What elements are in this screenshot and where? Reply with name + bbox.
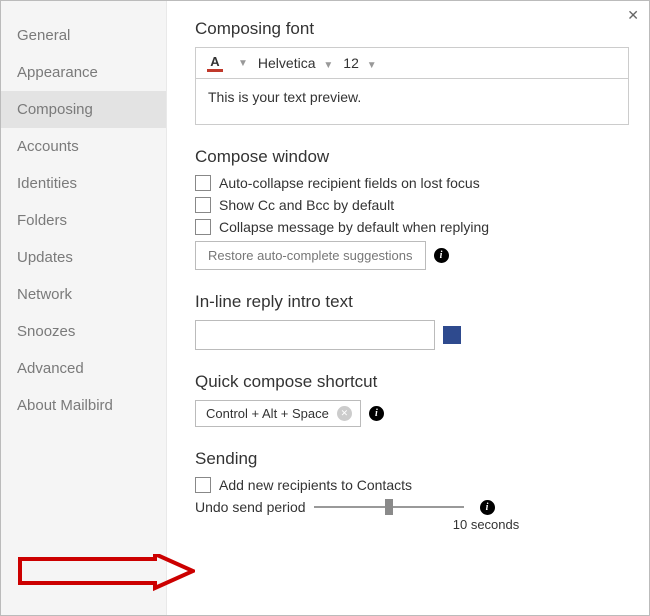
undo-send-value: 10 seconds <box>343 517 629 532</box>
font-size-value: 12 <box>343 55 359 71</box>
sending-section: Sending Add new recipients to Contacts U… <box>195 449 629 532</box>
checkbox-label: Add new recipients to Contacts <box>219 477 412 493</box>
checkbox-label: Auto-collapse recipient fields on lost f… <box>219 175 480 191</box>
shortcut-field[interactable]: Control + Alt + Space ✕ <box>195 400 361 427</box>
chevron-down-icon: ▼ <box>367 60 377 71</box>
font-preview-box: This is your text preview. <box>195 79 629 125</box>
font-family-dropdown[interactable]: Helvetica ▼ <box>258 55 333 71</box>
section-title-compose-window: Compose window <box>195 147 629 167</box>
checkbox-label: Collapse message by default when replyin… <box>219 219 489 235</box>
sidebar-item-advanced[interactable]: Advanced <box>1 350 166 387</box>
inline-reply-color-swatch[interactable] <box>443 326 461 344</box>
section-title-inline-reply: In-line reply intro text <box>195 292 629 312</box>
section-title-sending: Sending <box>195 449 629 469</box>
font-preview-text: This is your text preview. <box>208 89 361 105</box>
sidebar-item-general[interactable]: General <box>1 17 166 54</box>
checkbox-show-cc-bcc[interactable] <box>195 197 211 213</box>
font-toolbar: A ▼ Helvetica ▼ 12 ▼ <box>195 47 629 79</box>
font-size-dropdown[interactable]: 12 ▼ <box>343 55 376 71</box>
text-color-button[interactable]: A <box>206 55 224 72</box>
sidebar-item-network[interactable]: Network <box>1 276 166 313</box>
undo-send-slider[interactable] <box>314 499 464 515</box>
text-color-a-icon: A <box>210 55 219 68</box>
sidebar-item-appearance[interactable]: Appearance <box>1 54 166 91</box>
info-icon[interactable]: i <box>480 500 495 515</box>
checkbox-collapse-reply[interactable] <box>195 219 211 235</box>
shortcut-value: Control + Alt + Space <box>206 406 329 421</box>
clear-icon[interactable]: ✕ <box>337 406 352 421</box>
settings-sidebar: General Appearance Composing Accounts Id… <box>1 1 167 615</box>
checkbox-add-recipients[interactable] <box>195 477 211 493</box>
text-color-bar <box>207 69 223 72</box>
settings-content: Composing font A ▼ Helvetica ▼ 12 ▼ This… <box>167 1 649 615</box>
undo-send-label: Undo send period <box>195 499 306 515</box>
slider-thumb[interactable] <box>385 499 393 515</box>
sidebar-item-updates[interactable]: Updates <box>1 239 166 276</box>
checkbox-label: Show Cc and Bcc by default <box>219 197 394 213</box>
restore-autocomplete-button[interactable]: Restore auto-complete suggestions <box>195 241 426 270</box>
chevron-down-icon[interactable]: ▼ <box>238 58 248 69</box>
inline-reply-input[interactable] <box>195 320 435 350</box>
settings-dialog: General Appearance Composing Accounts Id… <box>1 1 649 615</box>
sidebar-item-snoozes[interactable]: Snoozes <box>1 313 166 350</box>
close-button[interactable]: ✕ <box>627 7 639 24</box>
sidebar-item-about[interactable]: About Mailbird <box>1 387 166 424</box>
info-icon[interactable]: i <box>434 248 449 263</box>
sidebar-item-identities[interactable]: Identities <box>1 165 166 202</box>
compose-window-section: Compose window Auto-collapse recipient f… <box>195 147 629 270</box>
font-family-value: Helvetica <box>258 55 316 71</box>
composing-font-section: Composing font A ▼ Helvetica ▼ 12 ▼ This… <box>195 19 629 125</box>
chevron-down-icon: ▼ <box>323 60 333 71</box>
inline-reply-section: In-line reply intro text <box>195 292 629 350</box>
sidebar-item-composing[interactable]: Composing <box>1 91 166 128</box>
section-title-quick-compose: Quick compose shortcut <box>195 372 629 392</box>
info-icon[interactable]: i <box>369 406 384 421</box>
section-title-composing-font: Composing font <box>195 19 629 39</box>
sidebar-item-accounts[interactable]: Accounts <box>1 128 166 165</box>
sidebar-item-folders[interactable]: Folders <box>1 202 166 239</box>
quick-compose-section: Quick compose shortcut Control + Alt + S… <box>195 372 629 427</box>
checkbox-auto-collapse[interactable] <box>195 175 211 191</box>
